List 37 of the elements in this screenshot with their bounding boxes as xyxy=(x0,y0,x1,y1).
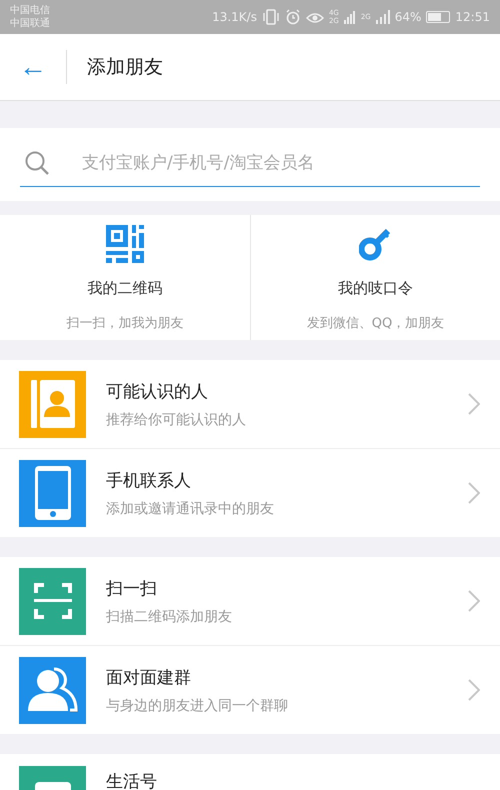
chevron-right-icon xyxy=(468,590,480,612)
shortcut-subtitle: 发到微信、QQ，加朋友 xyxy=(306,315,444,332)
shortcut-subtitle: 扫一扫，加我为朋友 xyxy=(66,315,184,332)
chevron-right-icon xyxy=(468,482,480,504)
item-subtitle: 推荐给你可能认识的人 xyxy=(106,410,247,428)
list-item[interactable]: 可能认识的人 推荐给你可能认识的人 xyxy=(0,360,500,449)
battery-icon xyxy=(426,11,450,23)
clock: 12:51 xyxy=(455,10,490,24)
shortcut-title: 我的吱口令 xyxy=(338,279,413,298)
alarm-icon xyxy=(284,9,301,25)
chevron-right-icon xyxy=(468,679,480,701)
list-item[interactable]: 手机联系人 添加或邀请通讯录中的朋友 xyxy=(0,449,500,537)
battery-percent: 64% xyxy=(394,10,422,24)
chevron-right-icon xyxy=(468,393,480,415)
vibrate-icon xyxy=(262,9,280,25)
item-title: 可能认识的人 xyxy=(106,380,209,402)
shortcut-tile[interactable]: 我的二维码 扫一扫，加我为朋友 xyxy=(0,215,250,340)
signal-icon xyxy=(376,9,390,25)
item-subtitle: 扫描二维码添加朋友 xyxy=(106,608,233,626)
item-title: 手机联系人 xyxy=(106,470,192,492)
item-title: 面对面建群 xyxy=(106,666,192,688)
network-speed: 13.1K/s xyxy=(212,10,257,24)
search-icon xyxy=(24,150,50,176)
page-title: 添加朋友 xyxy=(87,55,163,80)
shortcut-tile[interactable]: 我的吱口令 发到微信、QQ，加朋友 xyxy=(250,215,500,340)
list-item[interactable]: 生活号 xyxy=(0,754,500,790)
item-title: 扫一扫 xyxy=(106,578,158,600)
shortcut-title: 我的二维码 xyxy=(88,279,162,298)
item-subtitle: 与身边的朋友进入同一个群聊 xyxy=(106,696,289,714)
qr-code-icon xyxy=(106,225,144,263)
list-item[interactable]: 面对面建群 与身边的朋友进入同一个群聊 xyxy=(0,646,500,734)
item-title: 生活号 xyxy=(106,771,158,790)
carrier-name: 中国电信 xyxy=(10,4,50,17)
item-subtitle: 添加或邀请通讯录中的朋友 xyxy=(106,500,275,518)
list-item[interactable]: 扫一扫 扫描二维码添加朋友 xyxy=(0,557,500,646)
signal-icon xyxy=(344,9,356,25)
carrier-name: 中国联通 xyxy=(10,17,50,30)
